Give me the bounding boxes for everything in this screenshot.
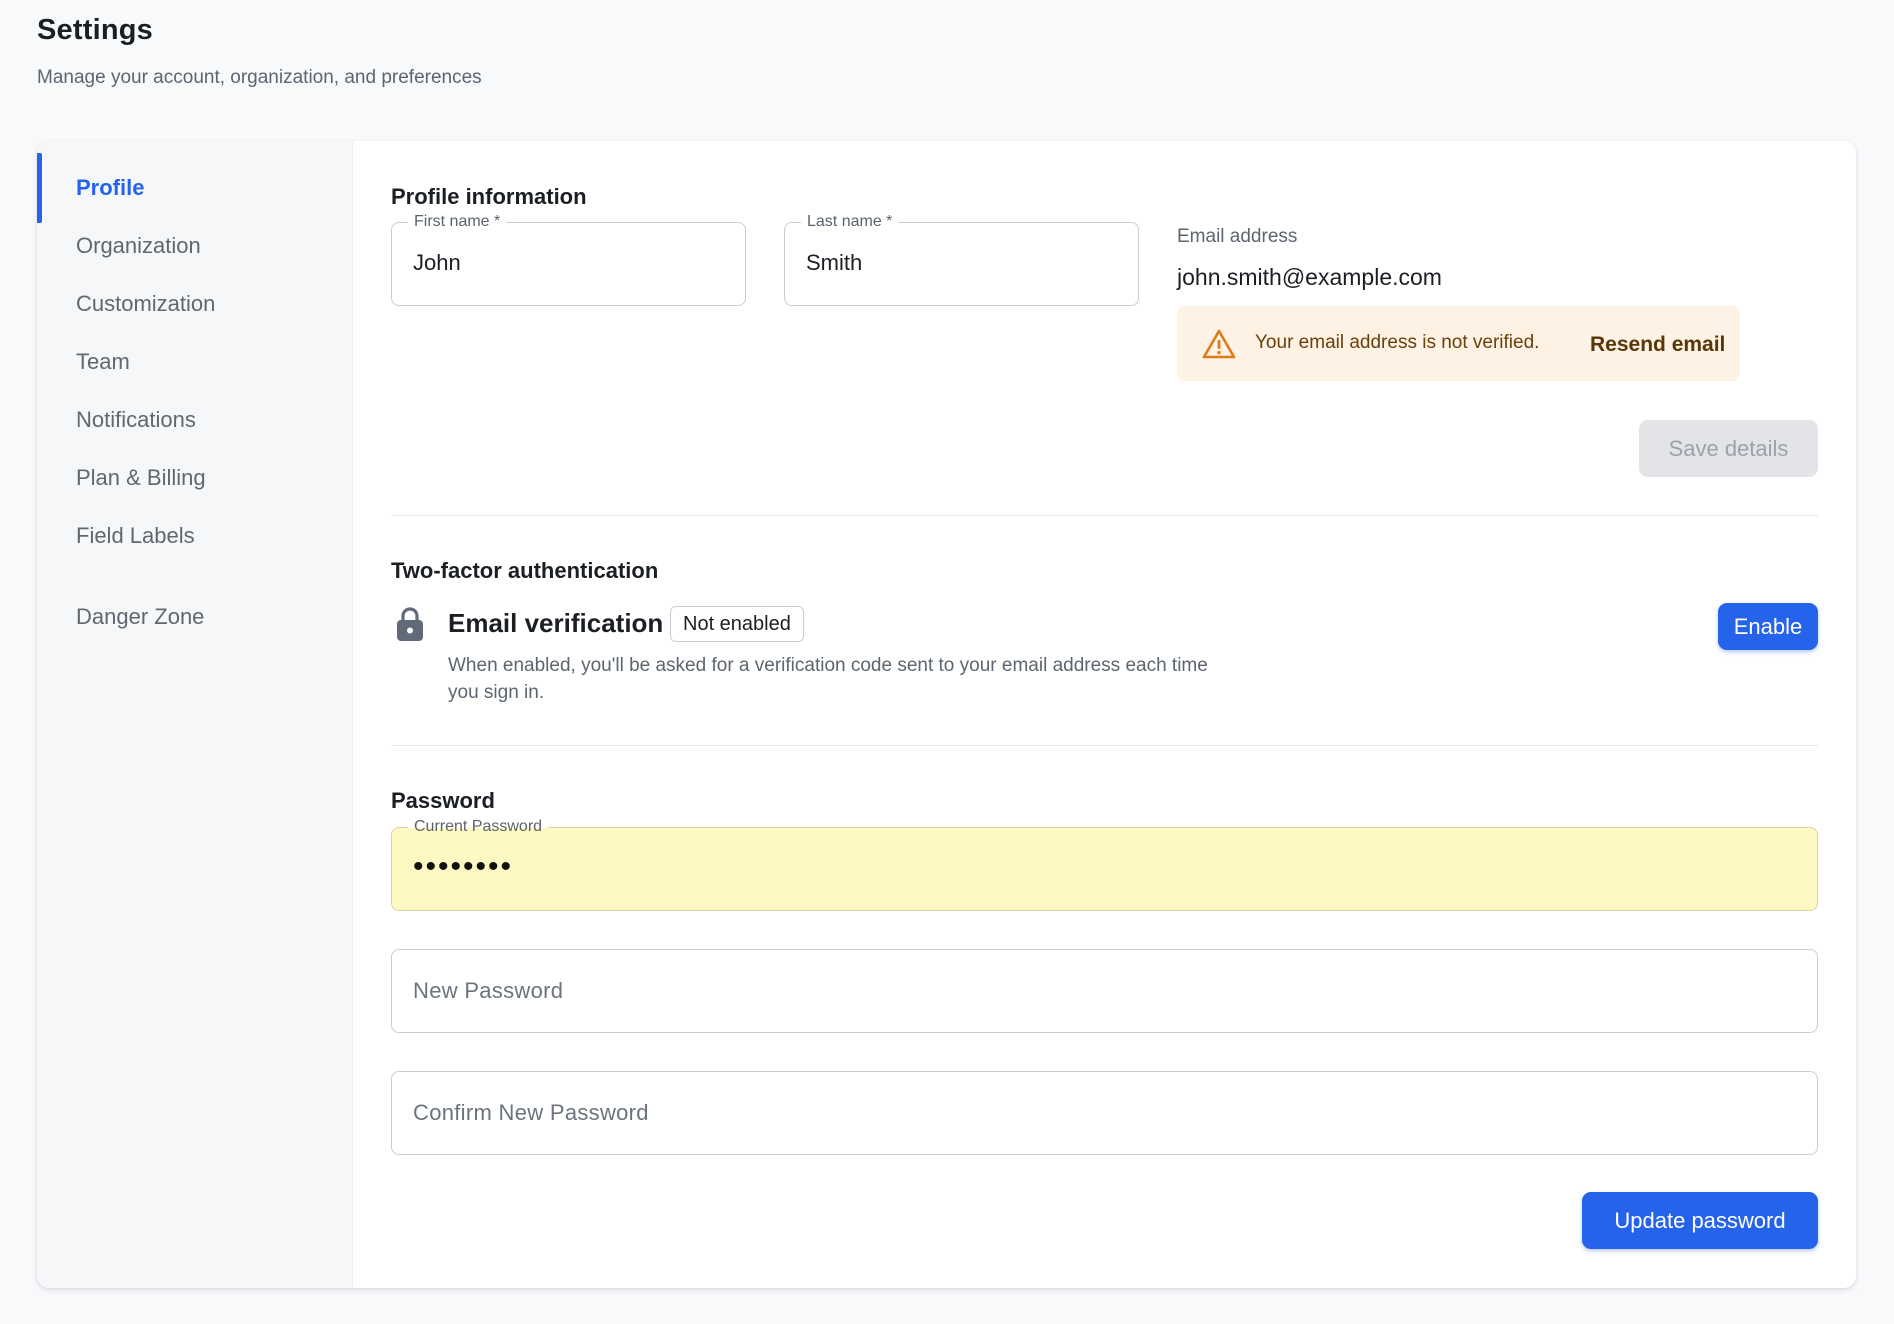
sidebar-item-danger-zone[interactable]: Danger Zone <box>37 582 353 652</box>
current-password-label: Current Password <box>408 817 549 837</box>
resend-email-link[interactable]: Resend email <box>1590 333 1725 357</box>
update-password-button[interactable]: Update password <box>1582 1192 1818 1249</box>
page-subtitle: Manage your account, organization, and p… <box>37 67 482 88</box>
first-name-value[interactable]: John <box>413 250 461 276</box>
last-name-label: Last name * <box>801 212 899 232</box>
sidebar-item-field-labels[interactable]: Field Labels <box>37 501 353 571</box>
lock-icon <box>397 607 423 641</box>
first-name-label: First name * <box>408 212 507 232</box>
section-divider <box>391 745 1818 746</box>
confirm-password-input[interactable] <box>413 1072 1796 1154</box>
save-details-button[interactable]: Save details <box>1639 420 1818 477</box>
warning-triangle-icon <box>1202 329 1236 359</box>
password-section-title: Password <box>391 788 495 813</box>
settings-sidebar: Profile Organization Customization Team … <box>37 141 353 1288</box>
current-password-field[interactable]: Current Password •••••••• <box>391 817 1818 911</box>
page-header: Settings Manage your account, organizati… <box>37 14 482 89</box>
two-factor-description: When enabled, you'll be asked for a veri… <box>448 655 1208 703</box>
email-unverified-warning: Your email address is not verified. Rese… <box>1177 306 1740 381</box>
new-password-input[interactable] <box>413 950 1796 1032</box>
email-label: Email address <box>1177 226 1298 247</box>
email-value: john.smith@example.com <box>1177 264 1442 290</box>
status-badge: Not enabled <box>670 606 804 642</box>
profile-section-title: Profile information <box>391 184 587 209</box>
current-password-value[interactable]: •••••••• <box>413 850 513 884</box>
enable-2fa-button[interactable]: Enable <box>1718 603 1818 650</box>
new-password-field[interactable] <box>391 949 1818 1033</box>
confirm-password-field[interactable] <box>391 1071 1818 1155</box>
last-name-value[interactable]: Smith <box>806 250 862 276</box>
last-name-field[interactable]: Last name * Smith <box>784 212 1139 306</box>
page-title: Settings <box>37 14 153 46</box>
two-factor-section-title: Two-factor authentication <box>391 558 659 583</box>
first-name-field[interactable]: First name * John <box>391 212 746 306</box>
email-verification-title: Email verification <box>448 608 664 638</box>
warning-text: Your email address is not verified. <box>1255 332 1540 353</box>
section-divider <box>391 515 1818 516</box>
